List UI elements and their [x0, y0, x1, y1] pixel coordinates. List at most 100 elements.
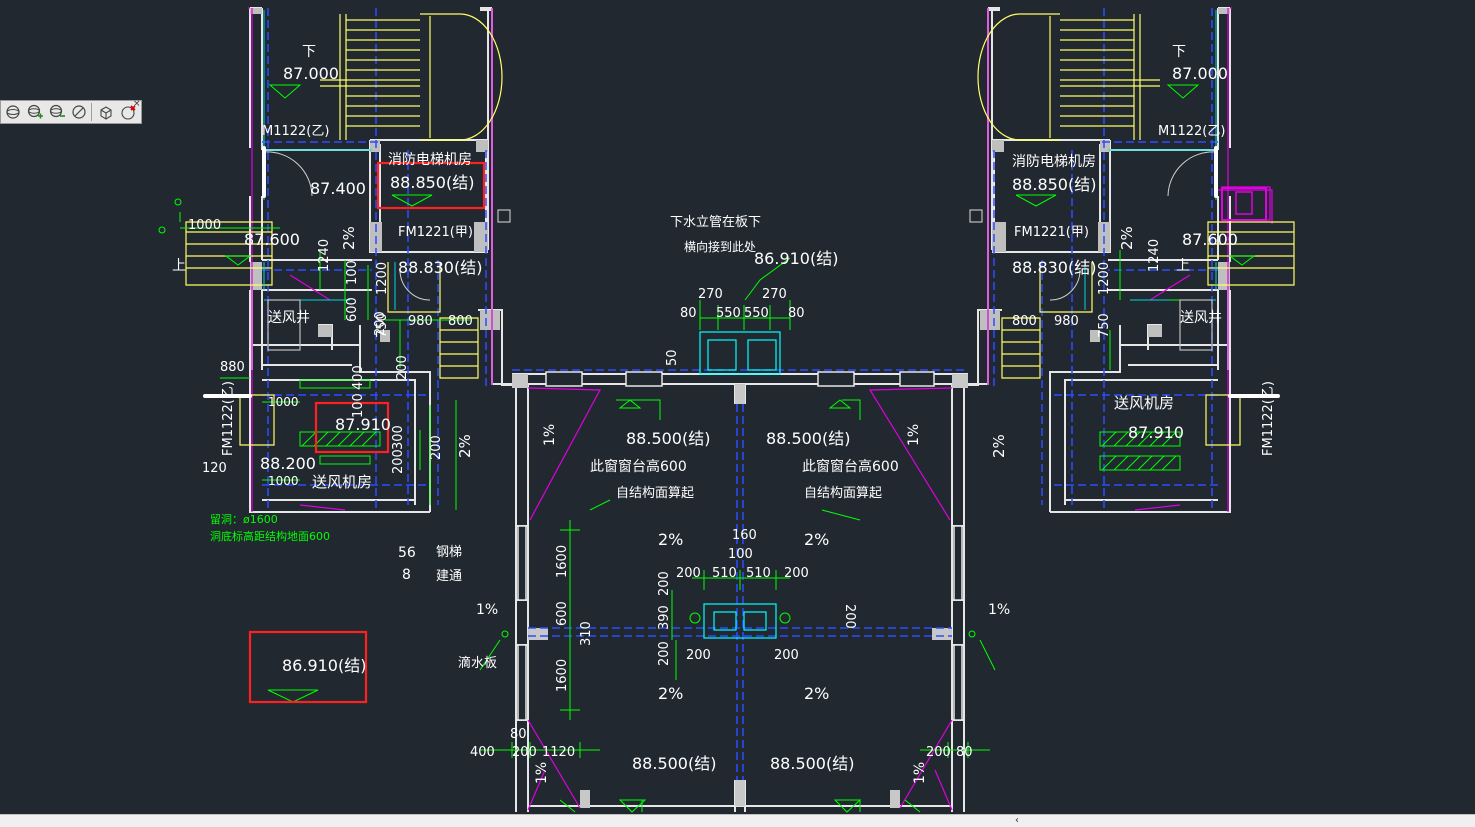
slope-1pct-a: 1%	[476, 602, 498, 618]
dim-200-c: 200	[391, 449, 406, 474]
down-left: 下	[302, 44, 316, 60]
dim-200-g: 200	[784, 566, 809, 581]
note-downpipe: 下水立管在板下	[670, 215, 761, 230]
slope-1pct-d: 1%	[906, 424, 922, 446]
dim-80-a: 80	[680, 306, 697, 321]
dim-80-c: 80	[510, 727, 527, 742]
room-fire-elevator-left: 消防电梯机房	[388, 152, 472, 168]
orbit-icon[interactable]	[3, 102, 23, 122]
orbit-add-icon[interactable]	[25, 102, 45, 122]
dim-1120: 1120	[542, 745, 575, 760]
dim-200-f: 200	[676, 566, 701, 581]
dim-270-a: 270	[698, 287, 723, 302]
elev-87910-right: 87.910	[1128, 423, 1184, 442]
note-struct-b: 自结构面算起	[804, 486, 882, 501]
slope-2pct-h: 2%	[990, 434, 1008, 458]
dim-200-m: 200	[926, 745, 951, 760]
dim-1000-a: 1000	[188, 218, 221, 233]
slope-2pct-g: 2%	[456, 434, 474, 458]
dim-160: 160	[732, 528, 757, 543]
dim-1240-left: 1240	[317, 239, 332, 272]
3d-orbit-toolbar: ×	[0, 100, 142, 124]
elev-88850-left: 88.850(结)	[390, 173, 474, 192]
dim-980-left: 980	[408, 314, 433, 329]
dim-1200-right: 1200	[1097, 262, 1112, 295]
note-struct-a: 自结构面算起	[616, 486, 694, 501]
dim-510-b: 510	[746, 566, 771, 581]
slope-2pct-a: 2%	[340, 226, 358, 250]
dim-1200-left: 1200	[375, 262, 390, 295]
dim-80-b: 80	[788, 306, 805, 321]
dim-300: 300	[391, 425, 406, 450]
slope-1pct-b: 1%	[988, 602, 1010, 618]
elev-88500-b: 88.500(结)	[766, 429, 850, 448]
elev-87000-left: 87.000	[283, 64, 339, 83]
note-build: 建通	[436, 569, 462, 584]
dim-1600-b: 1600	[555, 659, 570, 692]
dim-600-b: 600	[555, 601, 570, 626]
elev-88500-d: 88.500(结)	[770, 754, 854, 773]
cad-drawing-canvas[interactable]: 下 下 87.000 87.000 M1122(乙) M1122(乙) 消防电梯…	[0, 0, 1475, 826]
dim-800-right: 800	[1012, 314, 1037, 329]
dim-200-h: 200	[657, 641, 672, 666]
door-fm1221-right: FM1221(甲)	[1014, 225, 1089, 240]
dim-1000-c: 1000	[268, 474, 299, 488]
slope-2pct-e: 2%	[658, 684, 683, 703]
slope-1pct-f: 1%	[912, 762, 928, 784]
shaft-left: 送风井	[268, 310, 310, 326]
dim-200-l: 200	[512, 745, 537, 760]
elev-87600-right: 87.600	[1182, 230, 1238, 249]
down-right: 下	[1172, 44, 1186, 60]
scroll-left-arrow-icon[interactable]: ‹	[1010, 815, 1024, 827]
dim-600: 600	[345, 297, 360, 322]
door-fm1221-left: FM1221(甲)	[398, 225, 473, 240]
dim-270-b: 270	[762, 287, 787, 302]
room-fan-left: 送风机房	[312, 473, 372, 491]
toolbar-separator	[91, 103, 92, 121]
dim-100-b: 100	[351, 393, 366, 418]
elev-88850-right: 88.850(结)	[1012, 175, 1096, 194]
elev-88830-right: 88.830(结)	[1012, 258, 1096, 277]
note-sill-a: 此窗窗台高600	[590, 458, 687, 475]
slope-2pct-c: 2%	[658, 530, 683, 549]
orbit-remove-icon[interactable]	[47, 102, 67, 122]
dim-100: 100	[345, 260, 360, 285]
toolbar-close-button[interactable]: ×	[133, 100, 141, 110]
elev-86910-box: 86.910(结)	[282, 656, 366, 675]
dim-200-j: 200	[774, 648, 799, 663]
elev-87400: 87.400	[310, 179, 366, 198]
dim-880: 880	[220, 360, 245, 375]
slope-2pct-f: 2%	[804, 684, 829, 703]
status-bar: ‹	[0, 814, 1475, 827]
dim-1600-a: 1600	[555, 545, 570, 578]
note-hole-elev: 洞底标高距结构地面600	[210, 529, 330, 543]
slope-1pct-e: 1%	[534, 762, 550, 784]
dim-750-left: 750	[375, 313, 390, 338]
elev-87600-left: 87.600	[244, 230, 300, 249]
door-m1122-left: M1122(乙)	[262, 124, 329, 139]
note-steel: 钢梯	[436, 545, 462, 560]
dim-980-right: 980	[1054, 314, 1079, 329]
elev-86910-top: 86.910(结)	[754, 249, 838, 268]
shaft-right: 送风井	[1180, 310, 1222, 326]
box-view-icon[interactable]	[96, 102, 116, 122]
dim-200-i: 200	[686, 648, 711, 663]
num-8: 8	[402, 567, 411, 583]
room-fan-right: 送风机房	[1114, 394, 1174, 412]
dim-50: 50	[665, 349, 680, 366]
door-m1122-right: M1122(乙)	[1158, 124, 1225, 139]
door-fm1122-right: FM1122(乙)	[1261, 381, 1276, 456]
up-left: 上	[172, 258, 186, 274]
dim-800-left: 800	[448, 314, 473, 329]
dim-200-e: 200	[657, 571, 672, 596]
dim-310: 310	[579, 621, 594, 646]
no-view-icon[interactable]	[69, 102, 89, 122]
dim-390: 390	[657, 605, 672, 630]
note-hole: 留洞：ø1600	[210, 513, 278, 526]
elev-88500-c: 88.500(结)	[632, 754, 716, 773]
dim-120: 120	[202, 461, 227, 476]
up-right: 上	[1176, 258, 1190, 274]
room-fire-elevator-right: 消防电梯机房	[1012, 154, 1096, 170]
dim-400-b: 400	[470, 745, 495, 760]
dim-750-right: 750	[1097, 313, 1112, 338]
